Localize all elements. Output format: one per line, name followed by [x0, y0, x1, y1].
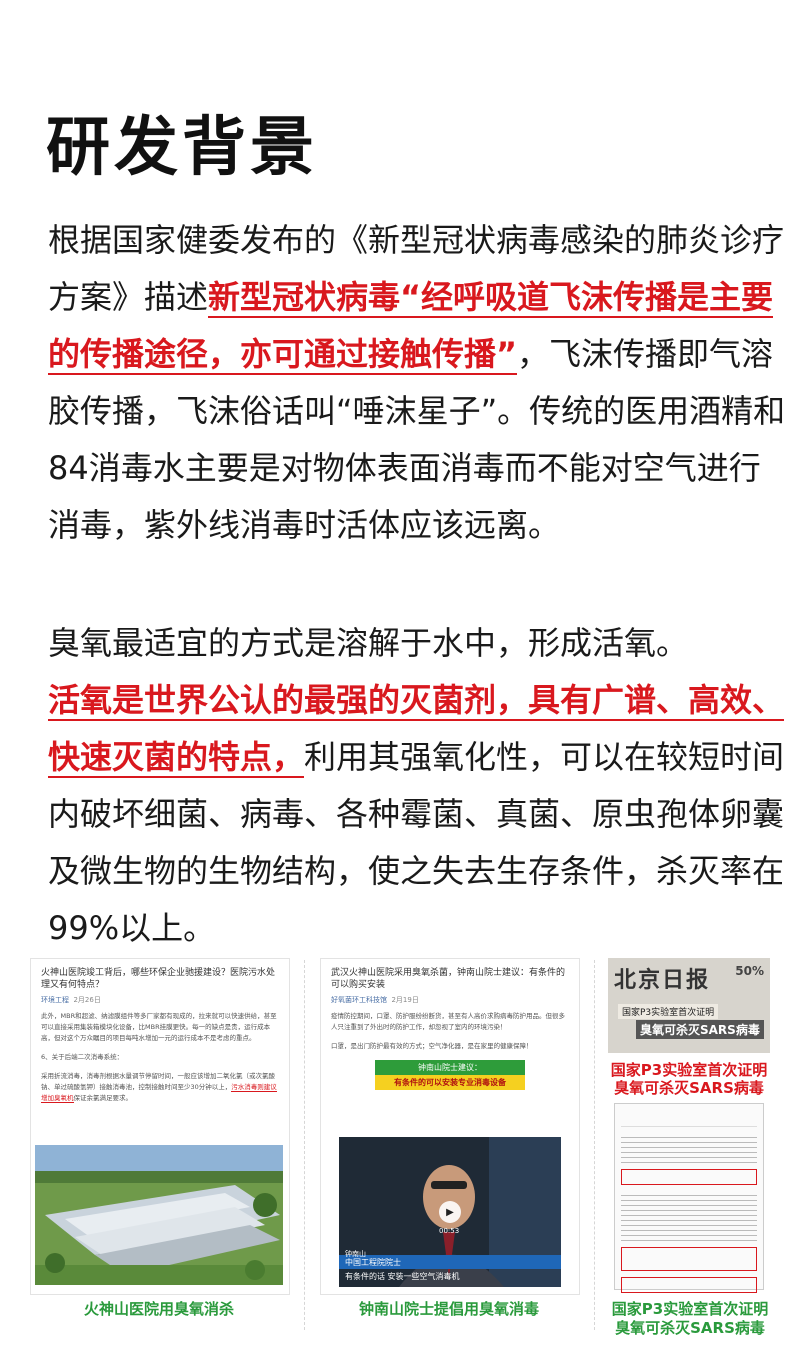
article-scan-highlight-box-3	[621, 1277, 757, 1293]
news-title-line-1: 国家P3实验室首次证明	[610, 1061, 768, 1079]
reference-card-zhongnanshan: 武汉火神山医院采用臭氧杀菌，钟南山院士建议：有条件的可以购买安装 好氧菌环工科技…	[320, 958, 580, 1295]
card1-source: 环境工程	[41, 996, 69, 1004]
card1-meta: 环境工程 2月26日	[31, 993, 289, 1007]
video-lower-third-title: 中国工程院院士	[345, 1258, 401, 1267]
caption-huoshenshan: 火神山医院用臭氧消杀	[83, 1300, 234, 1318]
intro-p2-lead: 臭氧最适宜的方式是溶解于水中，形成活氧。	[48, 624, 689, 662]
reference-card-p3-lab: 北京日报 50% 国家P3实验室首次证明 臭氧可杀灭SARS病毒 国家P3实验室…	[608, 958, 770, 1293]
card2-date: 2月19日	[391, 996, 419, 1004]
caption-p3-line-2: 臭氧可杀灭SARS病毒	[615, 1319, 765, 1337]
reference-card-huoshenshan: 火神山医院竣工背后，哪些环保企业驰援建设？医院污水处理又有何特点？ 环境工程 2…	[30, 958, 290, 1295]
article-scan-highlight-box-1	[621, 1169, 757, 1185]
play-icon[interactable]: ▶	[439, 1201, 461, 1223]
newspaper-clipping: 北京日报 50% 国家P3实验室首次证明 臭氧可杀灭SARS病毒	[608, 958, 770, 1053]
intro-paragraph-2: 臭氧最适宜的方式是溶解于水中，形成活氧。 活氧是世界公认的最强的灭菌剂，具有广谱、…	[48, 615, 788, 957]
card1-body-1: 此外，MBR和超滤、纳滤膜组件等多厂家都有现成的，拉来就可以快速供给，甚至可以直…	[41, 1012, 277, 1042]
newspaper-clip-line-1: 国家P3实验室首次证明	[618, 1004, 719, 1019]
news-title: 国家P3实验室首次证明 臭氧可杀灭SARS病毒	[608, 1053, 770, 1101]
intro-paragraph-1: 根据国家健委发布的《新型冠状病毒感染的肺炎诊疗方案》描述新型冠状病毒“经呼吸道飞…	[48, 212, 788, 554]
caption-p3-line-1: 国家P3实验室首次证明	[611, 1300, 769, 1318]
article-scan-header	[621, 1110, 757, 1127]
newspaper-clip-line-2: 臭氧可杀灭SARS病毒	[636, 1020, 764, 1039]
card1-body-3: 采用折流消毒，消毒剂根据水量调节停留时间，一般应该增加二氧化氯（或次氯酸钠、单过…	[31, 1067, 289, 1108]
divider-2	[594, 960, 595, 1330]
video-subtitle: 有条件的话 安装一些空气消毒机	[345, 1272, 460, 1281]
caption-zhongnanshan: 钟南山院士提倡用臭氧消毒	[358, 1300, 539, 1318]
newspaper-badge: 50%	[735, 964, 764, 978]
card2-meta: 好氧菌环工科技馆 2月19日	[321, 993, 579, 1007]
hospital-aerial-image	[35, 1145, 283, 1285]
reference-section: 火神山医院竣工背后，哪些环保企业驰援建设？医院污水处理又有何特点？ 环境工程 2…	[0, 940, 800, 1370]
card1-body-2: 6、关于后端二次消毒系统：	[41, 1053, 124, 1061]
divider-1	[304, 960, 305, 1330]
page-title: 研发背景	[46, 111, 318, 185]
card1-date: 2月26日	[73, 996, 101, 1004]
article-scan	[614, 1103, 764, 1293]
caption-p3-lab: 国家P3实验室首次证明 臭氧可杀灭SARS病毒	[600, 1300, 780, 1338]
newspaper-masthead: 北京日报	[614, 967, 711, 993]
card2-banner-line-1: 钟南山院士建议：	[375, 1060, 525, 1075]
article-scan-text-block-1	[621, 1133, 757, 1163]
card2-body-1: 疫情防控期间，口罩、防护服纷纷断货，甚至有人高价求购病毒防护用品。但很多人只注重…	[331, 1012, 565, 1031]
article-scan-highlight-box-2	[621, 1247, 757, 1271]
card2-source: 好氧菌环工科技馆	[331, 996, 387, 1004]
video-player[interactable]: 钟南山 中国工程院院士 有条件的话 安装一些空气消毒机 ▶ 00:53	[339, 1137, 561, 1287]
card2-headline: 武汉火神山医院采用臭氧杀菌，钟南山院士建议：有条件的可以购买安装	[331, 968, 566, 990]
video-timestamp: 00:53	[439, 1227, 460, 1235]
card2-banner-line-2: 有条件的可以安装专业消毒设备	[375, 1075, 525, 1090]
news-title-line-2: 臭氧可杀灭SARS病毒	[614, 1079, 764, 1097]
card2-banner: 钟南山院士建议： 有条件的可以安装专业消毒设备	[375, 1060, 525, 1090]
card2-body-2: 口罩，是出门防护最有效的方式；空气净化器，是在家里的健康保障！	[331, 1042, 533, 1050]
card1-body-4: 保证余氯满足要求。	[73, 1094, 133, 1102]
card1-headline: 火神山医院竣工背后，哪些环保企业驰援建设？医院污水处理又有何特点？	[41, 968, 276, 990]
article-scan-text-block-2	[621, 1191, 757, 1241]
